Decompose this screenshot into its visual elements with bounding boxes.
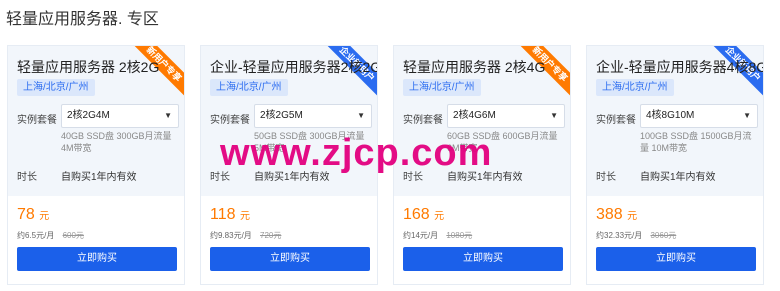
price-value: 168 [403,206,430,223]
card-bottom: 78 元 约6.5元/月 600元 立即购买 [8,196,184,284]
original-price: 720元 [260,231,282,240]
card-title: 轻量应用服务器 2核4G [403,59,546,75]
original-price: 1080元 [446,231,473,240]
region-tag: 上海/北京/广州 [17,79,95,96]
spec-select[interactable]: 2核4G6M ▼ [447,104,565,128]
original-price: 600元 [62,231,84,240]
region-tag: 上海/北京/广州 [403,79,481,96]
watermark-text: www.zjcp.com [220,132,493,174]
price-unit: 元 [39,211,50,222]
spec-select-value: 2核2G5M [260,110,303,121]
price-unit: 元 [434,211,445,222]
price: 388 元 [596,206,637,224]
monthly-price: 约6.5元/月 600元 [17,230,84,241]
duration-label: 时长 [596,172,616,183]
price: 168 元 [403,206,444,224]
region-tag: 上海/北京/广州 [210,79,288,96]
buy-button[interactable]: 立即购买 [596,247,756,271]
buy-button[interactable]: 立即购买 [17,247,177,271]
section-title: 轻量应用服务器. 专区 [6,11,159,28]
spec-select-value: 4核8G10M [646,110,695,121]
price-unit: 元 [239,211,250,222]
duration-value: 自购买1年内有效 [640,172,716,183]
spec-select[interactable]: 2核2G5M ▼ [254,104,372,128]
card-bottom: 388 元 约32.33元/月 3060元 立即购买 [587,196,763,284]
product-card: 新用户专享 轻量应用服务器 2核2G 上海/北京/广州 实例套餐 2核2G4M … [7,45,185,285]
spec-select-value: 2核2G4M [67,110,110,121]
region-tag: 上海/北京/广州 [596,79,674,96]
price-unit: 元 [627,211,638,222]
monthly-value: 约32.33元/月 [596,231,643,240]
duration-label: 时长 [17,172,37,183]
price-value: 118 [210,206,236,223]
buy-button[interactable]: 立即购买 [210,247,370,271]
duration-value: 自购买1年内有效 [61,172,137,183]
spec-select-value: 2核4G6M [453,110,496,121]
card-bottom: 118 元 约9.83元/月 720元 立即购买 [201,196,377,284]
chevron-down-icon: ▼ [743,111,751,120]
chevron-down-icon: ▼ [164,111,172,120]
chevron-down-icon: ▼ [550,111,558,120]
product-card: 企业新用户 企业-轻量应用服务器4核8G 上海/北京/广州 实例套餐 4核8G1… [586,45,764,285]
spec-select[interactable]: 4核8G10M ▼ [640,104,758,128]
original-price: 3060元 [650,231,677,240]
monthly-value: 约6.5元/月 [17,231,55,240]
card-top: 新用户专享 轻量应用服务器 2核2G 上海/北京/广州 实例套餐 2核2G4M … [8,46,184,196]
spec-label: 实例套餐 [17,115,57,126]
price: 78 元 [17,206,49,224]
buy-button[interactable]: 立即购买 [403,247,563,271]
card-title: 企业-轻量应用服务器4核8G [596,59,764,75]
monthly-value: 约9.83元/月 [210,231,252,240]
card-title: 企业-轻量应用服务器2核2G [210,59,378,75]
monthly-price: 约32.33元/月 3060元 [596,230,676,241]
chevron-down-icon: ▼ [357,111,365,120]
spec-label: 实例套餐 [210,115,250,126]
spec-label: 实例套餐 [403,115,443,126]
price: 118 元 [210,206,250,224]
card-bottom: 168 元 约14元/月 1080元 立即购买 [394,196,570,284]
monthly-price: 约14元/月 1080元 [403,230,472,241]
spec-description: 100GB SSD盘 1500GB月流量 10M带宽 [640,131,752,153]
monthly-price: 约9.83元/月 720元 [210,230,281,241]
monthly-value: 约14元/月 [403,231,439,240]
price-value: 78 [17,206,35,223]
card-top: 企业新用户 企业-轻量应用服务器4核8G 上海/北京/广州 实例套餐 4核8G1… [587,46,763,196]
spec-select[interactable]: 2核2G4M ▼ [61,104,179,128]
price-value: 388 [596,206,623,223]
spec-description: 40GB SSD盘 300GB月流量 4M带宽 [61,131,172,153]
card-title: 轻量应用服务器 2核2G [17,59,160,75]
spec-label: 实例套餐 [596,115,636,126]
